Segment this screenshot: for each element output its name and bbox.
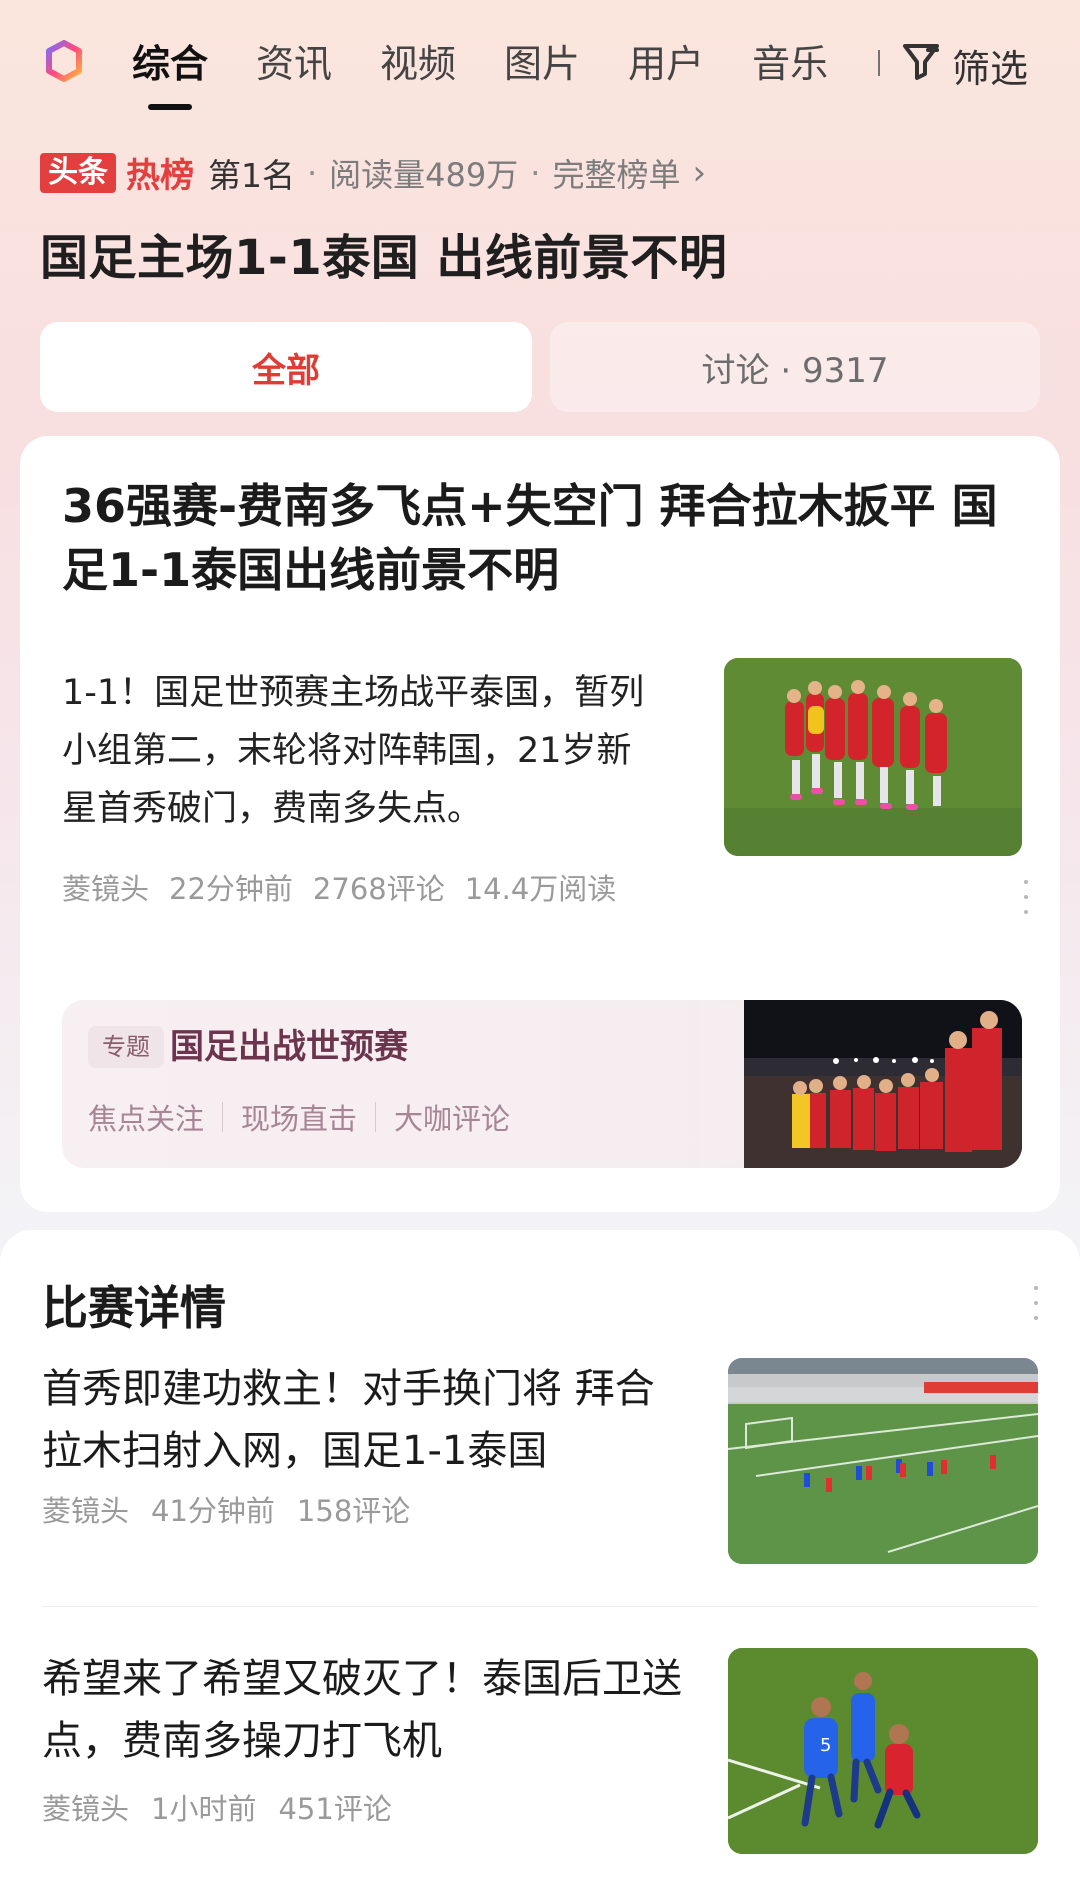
topic-card[interactable]: 专题 国足出战世预赛 焦点关注 现场直击 大咖评论 [62,1000,1022,1168]
topic-tag: 专题 [88,1026,164,1068]
reads-text: 阅读量489万 [329,155,519,194]
tab-video[interactable]: 视频 [380,32,456,96]
filter-button[interactable]: 筛选 [898,33,1028,97]
page-headline: 国足主场1-1泰国 出线前景不明 [40,230,728,286]
comments-count: 2768评论 [312,872,445,906]
time-text: 41分钟前 [151,1494,275,1528]
news-item[interactable]: 希望来了希望又破灭了！泰国后卫送点，费南多操刀打飞机 菱镜头 1小时前 451评… [42,1648,1038,1868]
news-title[interactable]: 首秀即建功救主！对手换门将 拜合拉木扫射入网，国足1-1泰国 [42,1358,692,1482]
toutiao-badge: 头条 [40,152,116,193]
time-text: 22分钟前 [169,872,293,906]
app-logo-icon[interactable] [44,40,84,84]
news-meta: 菱镜头 41分钟前 158评论 [42,1488,410,1530]
tab-news[interactable]: 资讯 [256,32,332,96]
main-news-meta: 菱镜头 22分钟前 2768评论 14.4万阅读 [62,866,616,908]
tab-images[interactable]: 图片 [504,32,580,96]
main-news-title[interactable]: 36强赛-费南多飞点+失空门 拜合拉木扳平 国足1-1泰国出线前景不明 [62,474,1022,602]
news-meta: 菱镜头 1小时前 451评论 [42,1786,392,1828]
separator-dot: · [530,153,541,192]
top-navigation: 综合 资讯 视频 图片 用户 音乐 筛选 [0,0,1080,120]
main-news-summary[interactable]: 1-1！国足世预赛主场战平泰国，暂列小组第二，末轮将对阵韩国，21岁新星首秀破门… [62,664,657,838]
time-text: 1小时前 [151,1792,257,1826]
more-vertical-icon[interactable] [1020,880,1032,914]
topic-title[interactable]: 国足出战世预赛 [170,1022,408,1072]
main-news-thumbnail[interactable] [724,658,1022,856]
topic-link-separator [375,1102,377,1132]
topic-link-live[interactable]: 现场直击 [241,1096,357,1138]
hot-board-badge: 热榜 [126,156,194,196]
full-list-link[interactable]: 完整榜单 [552,150,680,196]
source-text: 菱镜头 [62,872,150,906]
comments-count: 158评论 [296,1494,411,1528]
segment-all[interactable]: 全部 [40,322,532,412]
tab-users[interactable]: 用户 [628,32,704,96]
tab-music[interactable]: 音乐 [752,32,828,96]
separator-dot: · [307,153,318,192]
soccer-broadcast-image[interactable] [728,1358,1038,1564]
more-vertical-icon[interactable] [1030,1286,1042,1320]
source-text: 菱镜头 [42,1494,130,1528]
topic-link-separator [222,1102,224,1132]
soccer-closeup-image[interactable]: 5 [728,1648,1038,1854]
rank-text: 第1名 [208,155,295,195]
filter-icon [898,38,944,93]
news-title[interactable]: 希望来了希望又破灭了！泰国后卫送点，费南多操刀打飞机 [42,1648,692,1772]
filter-label: 筛选 [952,46,1029,91]
segment-discussion[interactable]: 讨论 · 9317 [550,322,1040,412]
svg-text:5: 5 [820,1735,831,1756]
topic-links: 焦点关注 现场直击 大咖评论 [88,1096,510,1138]
topic-link-commentary[interactable]: 大咖评论 [394,1096,510,1138]
hot-ranking-line: 头条 热榜 第1名 · 阅读量489万 · 完整榜单 › [40,148,706,197]
news-item[interactable]: 首秀即建功救主！对手换门将 拜合拉木扫射入网，国足1-1泰国 菱镜头 41分钟前… [42,1358,1038,1564]
list-divider [42,1606,1038,1607]
source-text: 菱镜头 [42,1792,130,1826]
topic-link-focus[interactable]: 焦点关注 [88,1096,204,1138]
topic-image[interactable] [698,1000,1022,1168]
reads-count: 14.4万阅读 [464,872,617,906]
chevron-right-icon[interactable]: › [692,153,706,193]
top-tabs: 综合 资讯 视频 图片 用户 音乐 [132,32,876,110]
main-news-card[interactable]: 36强赛-费南多飞点+失空门 拜合拉木扳平 国足1-1泰国出线前景不明 1-1！… [20,436,1060,1212]
nav-divider [878,50,880,76]
comments-count: 451评论 [278,1792,392,1826]
tab-comprehensive[interactable]: 综合 [132,32,208,110]
section-title: 比赛详情 [42,1281,226,1335]
